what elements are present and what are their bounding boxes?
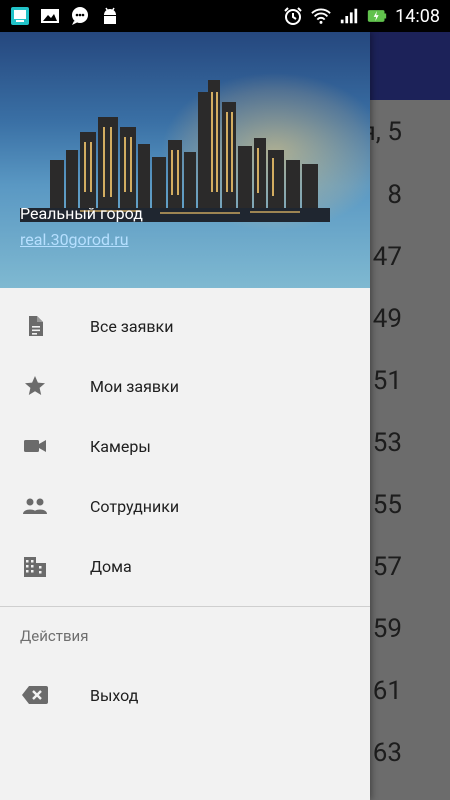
menu-item-label: Выход [90, 685, 139, 705]
menu-item-label: Мои заявки [90, 376, 179, 396]
building-icon [20, 551, 50, 581]
section-header-actions: Действия [20, 627, 89, 645]
menu-item-houses[interactable]: Дома [0, 536, 370, 596]
app-notification-icon [10, 6, 30, 26]
menu-item-label: Камеры [90, 436, 151, 456]
header-link[interactable]: real.30gorod.ru [20, 230, 129, 249]
alarm-icon [283, 6, 303, 26]
signal-icon [339, 6, 359, 26]
image-icon [40, 6, 60, 26]
menu-item-logout[interactable]: Выход [0, 665, 370, 725]
document-icon [20, 311, 50, 341]
menu-item-cameras[interactable]: Камеры [0, 416, 370, 476]
header-title: Реальный город [20, 204, 143, 223]
chat-icon [70, 6, 90, 26]
menu-item-all-requests[interactable]: Все заявки [0, 296, 370, 356]
menu-item-staff[interactable]: Сотрудники [0, 476, 370, 536]
drawer-menu: Все заявки Мои заявки Камеры Сотрудники [0, 288, 370, 725]
videocam-icon [20, 431, 50, 461]
backspace-icon [20, 680, 50, 710]
people-icon [20, 491, 50, 521]
status-bar: 14:08 [0, 0, 450, 32]
menu-item-label: Сотрудники [90, 496, 180, 516]
clock: 14:08 [395, 5, 440, 27]
system-status: 14:08 [283, 6, 450, 27]
battery-charging-icon [367, 6, 387, 26]
city-skyline-image [20, 80, 330, 222]
android-icon [100, 6, 120, 26]
menu-item-label: Дома [90, 556, 132, 576]
star-icon [20, 371, 50, 401]
menu-item-my-requests[interactable]: Мои заявки [0, 356, 370, 416]
menu-item-label: Все заявки [90, 316, 174, 336]
navigation-drawer: Реальный город real.30gorod.ru Все заявк… [0, 32, 370, 800]
notification-icons [0, 6, 120, 26]
wifi-icon [311, 6, 331, 26]
drawer-header: Реальный город real.30gorod.ru [0, 32, 370, 288]
